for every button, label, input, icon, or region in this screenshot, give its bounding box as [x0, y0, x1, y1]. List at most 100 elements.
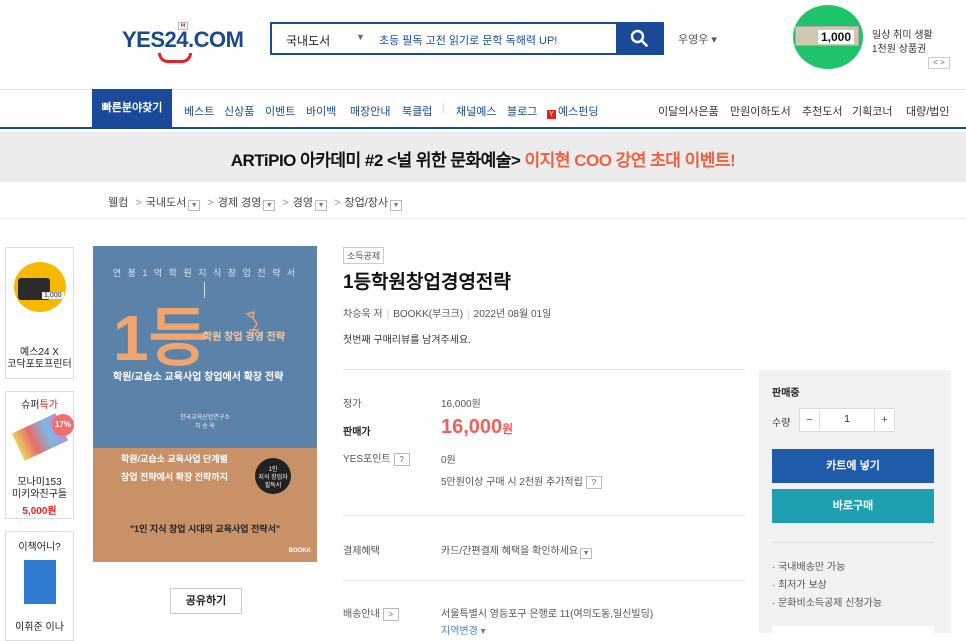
cover-badge: 1인 지식 창업자 필독서 [255, 458, 291, 494]
search-bar: 국내도서 ▼ 초등 필독 고전 읽기로 문학 독해력 UP! [270, 22, 664, 55]
nav-new[interactable]: 신상품 [224, 103, 254, 119]
divider [343, 369, 745, 370]
cover-big-text: 1등 [113, 302, 208, 374]
shipping-label: 배송안내 > [343, 605, 399, 621]
nav-under10k[interactable]: 만원이하도서 [730, 103, 791, 119]
chevron-down-icon[interactable]: ▼ [390, 200, 403, 211]
product-meta: 차승욱 저 | BOOKK(부크크) | 2022년 08월 01일 [343, 309, 552, 320]
minus-button[interactable]: − [800, 409, 820, 431]
help-icon[interactable]: ? [393, 453, 410, 466]
yes24-logo[interactable]: " YES24.COM [122, 18, 252, 70]
chevron-down-icon[interactable]: ▼ [263, 200, 276, 211]
quantity-label: 수량 [772, 418, 791, 429]
author-link[interactable]: 차승욱 저 [343, 309, 383, 320]
points-value: 0원 [441, 455, 456, 466]
notice-lowest-price: · 최저가 보상 [772, 580, 827, 591]
logo-text: YES24.COM [122, 27, 244, 52]
quantity-input[interactable]: 1 [820, 409, 874, 431]
search-input[interactable]: 초등 필독 고전 읽기로 문학 독해력 UP! [379, 32, 557, 48]
promo-line1[interactable]: 일상 취미 생활 [872, 26, 933, 41]
book-cover[interactable]: 연 봉 1 억 학 원 지 식 창 업 전 략 서 1등 학원 창업 경영 전략… [93, 246, 317, 562]
ad-line2: 미키와친구들 [11, 489, 68, 500]
buy-now-button[interactable]: 바로구매 [772, 489, 934, 523]
ad-title: 슈퍼특가 [21, 400, 58, 411]
search-button[interactable] [616, 22, 664, 55]
breadcrumb-item[interactable]: 창업/장사 [345, 197, 389, 209]
cover-lower-text: 학원/교습소 교육사업 단계별 창업 전략에서 확장 전략까지 [121, 454, 228, 482]
help-icon[interactable]: ? [585, 476, 602, 489]
search-category-select[interactable]: 국내도서 [286, 32, 330, 49]
chevron-down-icon[interactable]: ▼ [356, 32, 365, 42]
nav-gift[interactable]: 이달의사은품 [658, 103, 719, 119]
nav-buyback[interactable]: 바이백 [306, 103, 336, 119]
list-price: 16,000원 [441, 399, 481, 410]
ad-line2: 코닥포토프린터 [7, 359, 72, 370]
cover-top-text: 연 봉 1 억 학 원 지 식 창 업 전 략 서 [112, 268, 298, 278]
ad-amount: 1,000 [42, 292, 64, 299]
ad-line1: 이휘준 이나 [15, 622, 64, 633]
side-ad-kodak[interactable]: 1,000 예스24 X 코닥포토프린터 [5, 247, 74, 379]
promo-line2[interactable]: 1천원 상품권 [872, 40, 926, 55]
ad-line1: 예스24 X [20, 347, 59, 358]
nav-funding[interactable]: Y 예스펀딩 [547, 103, 598, 119]
breadcrumb-item[interactable]: 경제 경영 [218, 197, 262, 209]
nav-store[interactable]: 매장안내 [350, 103, 390, 119]
ad-line1: 모나미153 [17, 477, 62, 488]
logo-smile-icon [158, 53, 192, 63]
nav-blog[interactable]: 블로그 [507, 103, 537, 119]
breadcrumb-item[interactable]: 국내도서 [146, 197, 186, 209]
nav-divider: | [442, 103, 445, 114]
tax-deduction-badge: 소득공제 [343, 247, 385, 264]
chevron-down-icon[interactable]: ▼ [188, 200, 201, 211]
notice-culture-deduction: · 문화비소득공제 신청가능 [772, 598, 883, 609]
side-ad-book[interactable]: 이책어니? 이휘준 이나 [5, 531, 74, 641]
nav-recommend[interactable]: 추천도서 [802, 103, 842, 119]
nav-channelyes[interactable]: 채널예스 [456, 103, 496, 119]
plus-button[interactable]: + [874, 409, 894, 431]
side-ad-superdeal[interactable]: 슈퍼특가 17% 모나미153 미키와친구들 5,000원 [5, 391, 74, 519]
cover-line [204, 282, 205, 298]
publisher-link[interactable]: BOOKK(부크크) [393, 309, 463, 320]
sale-price: 16,000원 [441, 416, 514, 438]
points-note: 5만원이상 구매 시 2천원 추가적립? [441, 473, 602, 489]
nav-bookclub[interactable]: 북클럽 [402, 103, 432, 119]
quick-category-button[interactable]: 빠른분야찾기 [92, 89, 172, 129]
breadcrumb-item[interactable]: 경영 [293, 197, 313, 209]
cover-quote: "1인 지식 창업 시대의 교육사업 전략서" [129, 524, 281, 534]
cover-subtitle: 학원 창업 경영 전략 [203, 332, 285, 343]
chevron-down-icon[interactable]: ▼ [315, 200, 328, 211]
sale-status: 판매중 [772, 388, 800, 399]
payment-benefit[interactable]: 카드/간편결제 혜택을 확인하세요 ▼ [441, 542, 593, 559]
nav-best[interactable]: 베스트 [184, 103, 214, 119]
book-thumbnail [24, 560, 56, 604]
divider [343, 515, 745, 516]
discount-badge: 17% [52, 414, 74, 436]
share-button[interactable]: 공유하기 [170, 588, 242, 614]
review-prompt[interactable]: 첫번째 구매리뷰를 남겨주세요. [343, 331, 471, 346]
payment-label: 결제혜택 [343, 546, 380, 557]
chevron-right-icon[interactable]: > [382, 608, 399, 621]
sale-price-label: 판매가 [343, 427, 371, 438]
nav-bulk[interactable]: 대량/법인 [906, 103, 950, 119]
cover-author: 한국교육산업연구소 차 승 욱 [180, 415, 230, 430]
breadcrumb-home[interactable]: 웰컴 [108, 197, 128, 209]
user-menu[interactable]: 우영우 ▾ [678, 31, 717, 47]
product-title: 1등학원창업경영전략 [343, 272, 511, 293]
breadcrumb: 웰컴 > 국내도서 ▼ > 경제 경영 ▼ > 경영 ▼ > 창업/장사 ▼ [108, 194, 403, 211]
divider [772, 542, 934, 543]
nav-event[interactable]: 이벤트 [265, 103, 295, 119]
ad-title: 이책어니? [18, 542, 61, 553]
points-label: YES포인트? [343, 450, 410, 466]
promo-nav-arrows[interactable]: < > [928, 57, 950, 69]
chevron-down-icon[interactable]: ▼ [580, 548, 593, 559]
add-to-cart-button[interactable]: 카트에 넣기 [772, 449, 934, 483]
cover-subtitle2: 학원/교습소 교육사업 창업에서 확장 전략 [113, 372, 284, 383]
panel-extra-box [772, 626, 934, 636]
divider [343, 580, 745, 581]
promo-amount: 1,000 [818, 30, 855, 44]
event-banner-text[interactable]: ARTiPIO 아카데미 #2 <널 위한 문화예술> 이지현 COO 강연 초… [0, 146, 966, 171]
region-change-link[interactable]: 지역변경 ▾ [441, 622, 486, 637]
search-icon [630, 29, 648, 47]
nav-special[interactable]: 기획코너 [852, 103, 892, 119]
funding-icon: Y [547, 110, 556, 119]
